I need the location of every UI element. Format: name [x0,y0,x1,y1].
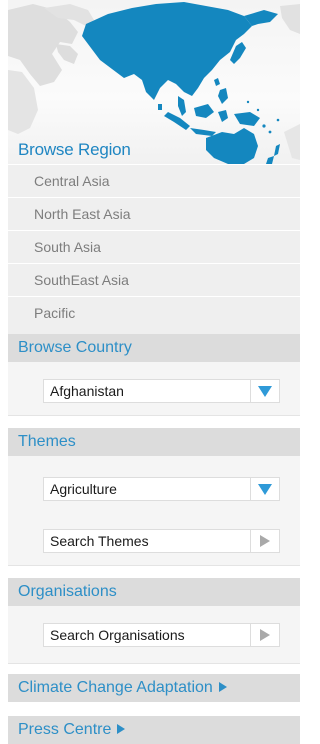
themes-body: Agriculture Search Themes [8,456,300,566]
organisations-header: Organisations [8,578,300,606]
theme-select-value: Agriculture [50,481,117,497]
climate-change-adaptation-label: Climate Change Adaptation [18,679,213,696]
search-organisations-go-button[interactable] [250,624,279,646]
triangle-right-icon [260,535,270,547]
browse-country-header: Browse Country [8,334,300,362]
country-dropdown-button[interactable] [250,380,279,402]
region-item-pacific[interactable]: Pacific [8,296,300,329]
theme-select[interactable]: Agriculture [43,477,280,501]
region-item-south-asia[interactable]: South Asia [8,230,300,263]
theme-dropdown-button[interactable] [250,478,279,500]
press-centre-link[interactable]: Press Centre [8,716,300,744]
region-item-southeast-asia[interactable]: SouthEast Asia [8,263,300,296]
organisations-body: Search Organisations [8,606,300,664]
region-list: Central Asia North East Asia South Asia … [8,164,300,334]
small-triangle-right-icon [117,724,126,734]
search-organisations-label: Search Organisations [50,627,185,643]
press-centre-label: Press Centre [18,721,112,738]
search-themes-button[interactable]: Search Themes [43,529,280,553]
small-triangle-right-icon [218,682,227,692]
country-select-value: Afghanistan [50,383,124,399]
triangle-down-icon [258,385,272,397]
search-organisations-button[interactable]: Search Organisations [43,623,280,647]
search-themes-label: Search Themes [50,533,149,549]
browse-region-title[interactable]: Browse Region [18,140,131,160]
search-themes-go-button[interactable] [250,530,279,552]
browse-country-body: Afghanistan [8,362,300,416]
sidebar-panel: Browse Region Central Asia North East As… [0,0,300,744]
region-item-north-east-asia[interactable]: North East Asia [8,197,300,230]
country-select[interactable]: Afghanistan [43,379,280,403]
region-item-central-asia[interactable]: Central Asia [8,164,300,197]
triangle-right-icon [260,629,270,641]
triangle-down-icon [258,483,272,495]
climate-change-adaptation-link[interactable]: Climate Change Adaptation [8,674,300,702]
themes-header: Themes [8,428,300,456]
